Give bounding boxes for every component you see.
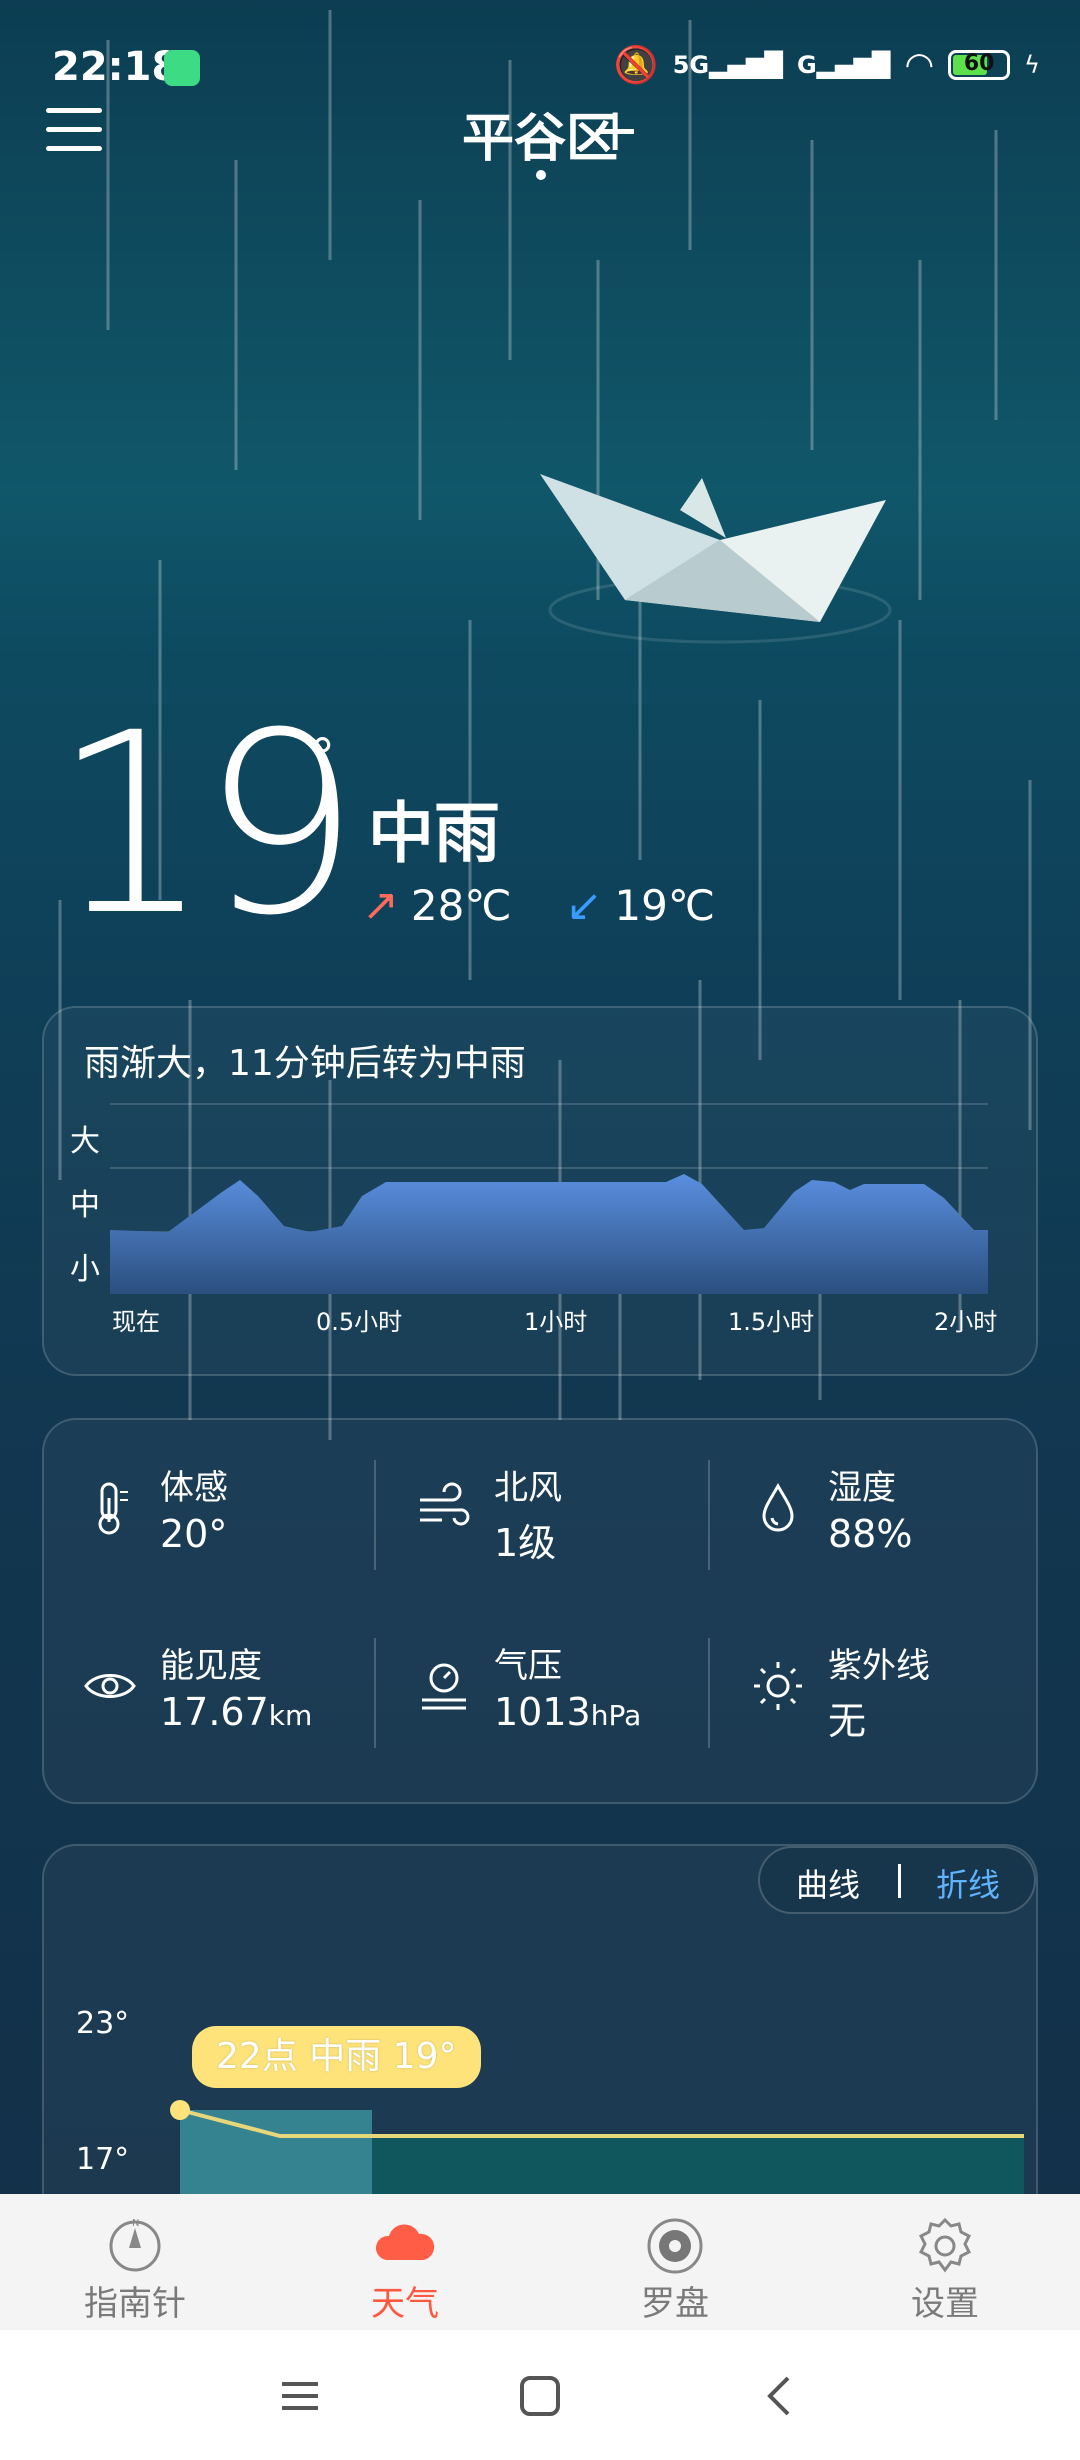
status-time: 22:18 <box>52 44 180 90</box>
pressure-icon <box>422 1663 466 1710</box>
nav-weather[interactable]: 天气 <box>270 2194 540 2330</box>
charging-icon: ϟ <box>1024 51 1040 79</box>
uv-value: 无 <box>828 1699 867 1743</box>
nav-settings-label: 设置 <box>911 2284 979 2324</box>
feng-shui-compass-icon <box>647 2218 703 2274</box>
recent-apps-icon[interactable] <box>270 2366 330 2426</box>
degree-symbol: ° <box>310 728 335 786</box>
status-bar: 22:18 🔕 5G▂▄▆█ G▂▄▆█ ◠ 60 ϟ <box>0 0 1080 110</box>
humidity-value: 88% <box>828 1512 913 1556</box>
visibility-value: 17.67km <box>160 1690 313 1734</box>
battery-icon: 60 <box>948 50 1011 80</box>
city-title[interactable]: 平谷区 <box>0 96 1080 171</box>
high-temp: 28℃ <box>410 881 512 930</box>
humidity-label: 湿度 <box>828 1468 896 1508</box>
tick-now: 现在 <box>112 1308 160 1336</box>
high-low-temps: ↗ 28℃ ↙ 19℃ <box>362 880 715 931</box>
wind-icon <box>420 1482 470 1526</box>
back-icon[interactable] <box>750 2366 810 2426</box>
paper-boat-illustration <box>540 474 892 644</box>
details-card: 体感 20° 北风 1级 湿度 88% 能见度 17.67km 气压 1013h… <box>42 1418 1038 1804</box>
feels-like: 体感 20° <box>80 1460 370 1580</box>
drop-icon <box>762 1482 794 1532</box>
wind-label: 北风 <box>494 1468 562 1508</box>
tick-two-hours: 2小时 <box>934 1308 998 1336</box>
mute-icon: 🔕 <box>613 45 659 86</box>
nav-luopan-label: 罗盘 <box>641 2284 709 2324</box>
pressure-value: 1013hPa <box>494 1690 642 1734</box>
humidity: 湿度 88% <box>748 1460 1038 1580</box>
wifi-icon: ◠ <box>904 45 935 85</box>
compass-icon: N <box>109 2218 161 2272</box>
temperature-point <box>170 2100 190 2120</box>
pressure: 气压 1013hPa <box>414 1638 704 1758</box>
visibility: 能见度 17.67km <box>80 1638 370 1758</box>
gear-icon <box>918 2217 972 2273</box>
uv-index: 紫外线 无 <box>748 1638 1038 1758</box>
tick-one-half-hour: 1.5小时 <box>728 1308 815 1336</box>
hour-tooltip: 22点 中雨 19° <box>192 2026 481 2088</box>
android-app-icon <box>164 50 200 86</box>
current-temperature: 19 <box>52 679 360 970</box>
signal-icon: 5G▂▄▆█ <box>672 51 783 79</box>
pressure-label: 气压 <box>494 1646 562 1686</box>
system-nav-bar <box>0 2330 1080 2460</box>
nav-weather-label: 天气 <box>371 2284 439 2324</box>
nav-luopan[interactable]: 罗盘 <box>540 2194 810 2330</box>
visibility-label: 能见度 <box>160 1646 262 1686</box>
svg-text:N: N <box>132 2218 139 2229</box>
cloud-icon <box>375 2224 435 2260</box>
bottom-navigation: N 指南针 天气 罗盘 设置 <box>0 2194 1080 2330</box>
add-city-button[interactable]: + <box>590 100 640 160</box>
nav-compass-label: 指南针 <box>84 2284 186 2324</box>
tick-one-hour: 1小时 <box>524 1308 588 1336</box>
home-icon[interactable] <box>510 2366 570 2426</box>
arrow-up-icon: ↗ <box>362 880 399 931</box>
tick-half-hour: 0.5小时 <box>316 1308 403 1336</box>
low-temp: 19℃ <box>614 881 715 930</box>
eye-icon <box>84 1674 136 1698</box>
arrow-down-icon: ↙ <box>565 880 603 931</box>
precipitation-area <box>110 1174 988 1294</box>
nav-compass[interactable]: N 指南针 <box>0 2194 270 2330</box>
uv-label: 紫外线 <box>828 1646 930 1686</box>
nav-settings[interactable]: 设置 <box>810 2194 1080 2330</box>
precipitation-card[interactable]: 雨渐大，11分钟后转为中雨 大 中 小 现在 0.5小时 1小时 1.5小时 2… <box>42 1006 1038 1376</box>
wind: 北风 1级 <box>414 1460 704 1580</box>
feels-like-label: 体感 <box>160 1468 228 1508</box>
weather-condition: 中雨 <box>368 795 500 872</box>
sun-icon <box>754 1662 802 1710</box>
page-indicator <box>536 170 546 180</box>
thermometer-icon <box>98 1482 128 1535</box>
signal-icon-2: G▂▄▆█ <box>796 51 891 79</box>
feels-like-value: 20° <box>160 1512 228 1556</box>
wind-value: 1级 <box>494 1521 557 1565</box>
